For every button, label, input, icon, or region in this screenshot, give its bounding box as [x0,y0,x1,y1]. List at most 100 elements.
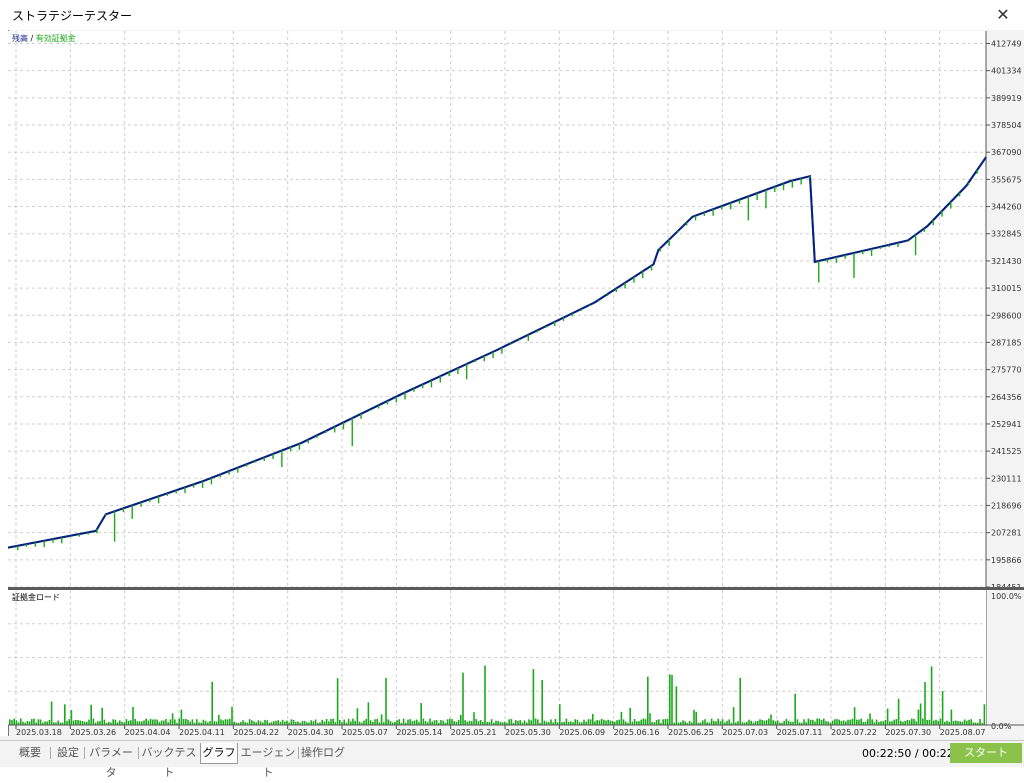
load-bar [185,718,187,725]
load-bar [451,719,453,725]
load-bar [869,713,871,725]
load-bar [589,719,592,725]
y-tick-label: 355675 [991,175,1022,184]
load-bar [583,719,585,725]
y-tick-label: 332845 [991,230,1022,239]
load-bar [259,721,262,725]
load-bar [622,719,625,725]
load-bar [666,719,669,725]
load-bar [442,720,444,725]
load-bar [264,719,266,725]
load-bar [266,720,268,725]
tab-journal[interactable]: 操作ログ [300,743,346,763]
load-bar [983,704,986,725]
x-tick-label: 2025.05.30 [505,728,551,736]
x-tick-label: 2025.07.30 [885,728,931,736]
load-bar [178,718,180,725]
load-bar [933,720,935,725]
load-bar [955,720,957,725]
tab-backtest[interactable]: バックテスト [140,743,198,779]
load-bar [695,711,697,725]
strategy-tester-window: ストラテジーテスター ✕ 184451195866207281218696230… [0,0,1024,779]
tab-settings[interactable]: 設定 [52,743,84,763]
load-bar [704,719,706,725]
load-bar [13,718,15,725]
load-bar [823,718,825,725]
load-bar [922,718,924,725]
load-bar [928,719,931,725]
load-bar [429,718,431,725]
load-bar [717,718,719,725]
tab-graph[interactable]: グラフ [200,743,238,764]
load-bar [897,698,900,725]
tab-agents[interactable]: エージェント [240,743,296,779]
load-bar [26,720,29,725]
load-bar [226,719,229,725]
close-icon[interactable]: ✕ [990,2,1016,28]
load-bar [389,721,392,725]
load-bar [433,720,436,725]
load-bar [48,719,51,725]
load-bar [838,719,840,725]
load-bar [776,720,779,725]
load-bar [537,719,539,725]
load-bar [600,718,603,725]
load-bar [171,713,174,725]
x-tick-label: 2025.07.11 [777,728,823,736]
load-bar [915,721,917,725]
legend-separator: / [28,34,36,43]
load-bar [147,720,150,725]
load-bar [565,718,568,725]
load-bar [165,719,167,725]
chart-divider[interactable] [8,587,1024,590]
legend-equity: 有効証拠金 [36,33,76,43]
load-bar [301,720,304,725]
tab-separator [138,747,139,759]
load-bar [908,720,911,725]
load-bar [794,693,796,725]
load-bar [774,721,777,725]
x-tick-label: 2025.05.07 [342,728,388,736]
load-bar [343,719,345,725]
load-bar [284,721,286,725]
load-bar [152,719,154,725]
x-tick-label: 2025.05.21 [451,728,497,736]
load-bar [636,721,638,725]
y-tick-label: 241525 [991,447,1022,456]
start-button[interactable]: スタート [950,743,1022,763]
load-bar [941,690,944,725]
load-bar [28,721,31,725]
load-bar [550,719,552,725]
load-bar [347,718,350,725]
load-bar [715,721,717,725]
tab-parameters[interactable]: パラメータ [86,743,136,779]
load-bar [422,718,425,725]
load-bar [290,719,293,725]
load-bar [297,721,299,725]
load-bar [530,720,532,725]
load-bar [180,709,183,725]
load-bar [596,719,598,725]
load-bar [603,719,605,725]
load-bar [598,720,601,725]
load-bar [446,719,449,725]
load-bar [376,718,378,725]
load-bar [820,720,823,725]
load-bar [37,719,40,725]
load-bar [88,719,90,725]
load-bar [103,719,106,725]
load-bar [620,711,623,725]
load-bar [202,719,205,725]
load-bar [336,678,339,725]
tab-overview[interactable]: 概要 [10,743,50,763]
load-bar [633,719,636,725]
load-bar [218,714,220,725]
load-bar [688,721,691,725]
load-bar [576,719,579,725]
load-bar [363,720,365,725]
x-tick-label: 2025.04.22 [233,728,279,736]
load-bar [460,714,462,725]
load-bar [431,721,433,725]
x-tick-label: 2025.04.04 [125,728,171,736]
load-bar [675,686,678,725]
